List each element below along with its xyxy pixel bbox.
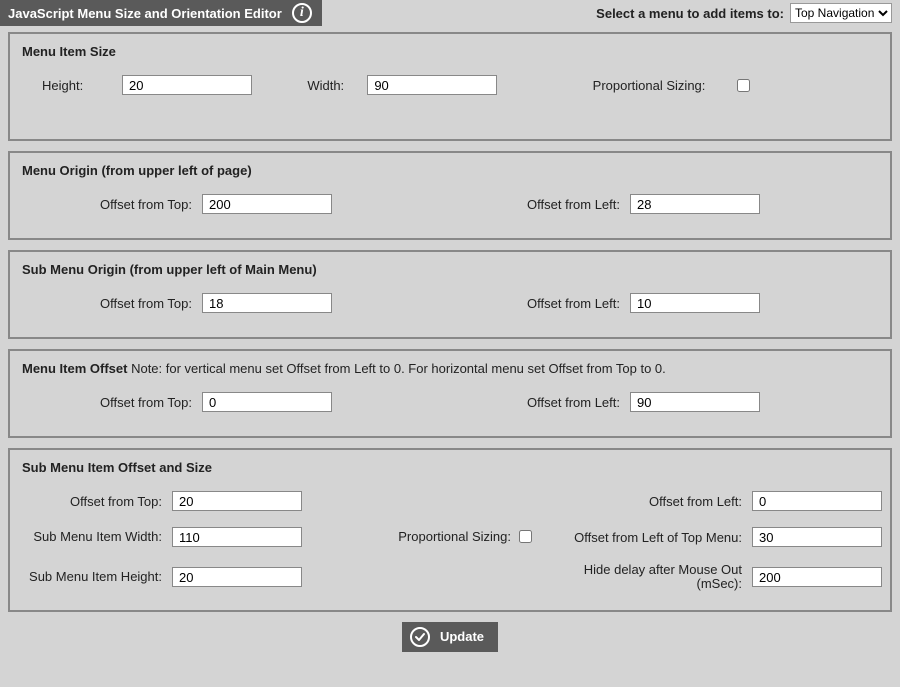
sub-left-input[interactable] <box>752 491 882 511</box>
suborigin-top-input[interactable] <box>202 293 332 313</box>
height-input[interactable] <box>122 75 252 95</box>
width-label: Width: <box>307 78 357 93</box>
panel-title-origin: Menu Origin (from upper left of page) <box>22 163 878 178</box>
itemoffset-top-input[interactable] <box>202 392 332 412</box>
panel-menu-origin: Menu Origin (from upper left of page) Of… <box>8 151 892 240</box>
check-icon <box>410 627 430 647</box>
origin-top-input[interactable] <box>202 194 332 214</box>
itemoffset-top-label: Offset from Top: <box>22 395 192 410</box>
origin-left-input[interactable] <box>630 194 760 214</box>
itemoffset-title-prefix: Menu Item Offset <box>22 361 127 376</box>
suborigin-left-input[interactable] <box>630 293 760 313</box>
sub-delay-label: Hide delay after Mouse Out (mSec): <box>542 563 742 592</box>
prop-sizing-checkbox[interactable] <box>737 79 750 92</box>
titlebar-left: JavaScript Menu Size and Orientation Edi… <box>0 0 322 26</box>
panel-sub-offset-size: Sub Menu Item Offset and Size Offset fro… <box>8 448 892 612</box>
sub-top-label: Offset from Top: <box>22 494 162 509</box>
itemoffset-left-label: Offset from Left: <box>450 395 620 410</box>
update-label: Update <box>440 629 484 644</box>
sub-delay-input[interactable] <box>752 567 882 587</box>
menu-select[interactable]: Top Navigation <box>790 3 892 23</box>
sub-prop-label: Proportional Sizing: <box>398 530 511 544</box>
sub-left2-input[interactable] <box>752 527 882 547</box>
width-input[interactable] <box>367 75 497 95</box>
panel-title-sub: Sub Menu Item Offset and Size <box>22 460 878 475</box>
suborigin-top-label: Offset from Top: <box>22 296 192 311</box>
origin-left-label: Offset from Left: <box>450 197 620 212</box>
info-icon[interactable]: i <box>292 3 312 23</box>
sub-height-label: Sub Menu Item Height: <box>22 570 162 584</box>
prop-sizing-label: Proportional Sizing: <box>593 78 706 93</box>
menu-select-label: Select a menu to add items to: <box>596 6 784 21</box>
suborigin-left-label: Offset from Left: <box>450 296 620 311</box>
sub-left-label: Offset from Left: <box>542 494 742 509</box>
panel-menu-item-size: Menu Item Size Height: Width: Proportion… <box>8 32 892 141</box>
sub-left2-label: Offset from Left of Top Menu: <box>542 530 742 545</box>
origin-top-label: Offset from Top: <box>22 197 192 212</box>
panel-title-size: Menu Item Size <box>22 44 878 59</box>
panel-title-suborigin: Sub Menu Origin (from upper left of Main… <box>22 262 878 277</box>
height-label: Height: <box>22 78 112 93</box>
app-title: JavaScript Menu Size and Orientation Edi… <box>8 6 282 21</box>
sub-width-label: Sub Menu Item Width: <box>22 530 162 544</box>
titlebar-right: Select a menu to add items to: Top Navig… <box>596 0 892 26</box>
panel-title-itemoffset: Menu Item Offset Note: for vertical menu… <box>22 361 878 376</box>
sub-top-input[interactable] <box>172 491 302 511</box>
titlebar: JavaScript Menu Size and Orientation Edi… <box>0 0 900 26</box>
sub-height-input[interactable] <box>172 567 302 587</box>
itemoffset-left-input[interactable] <box>630 392 760 412</box>
panel-submenu-origin: Sub Menu Origin (from upper left of Main… <box>8 250 892 339</box>
sub-width-input[interactable] <box>172 527 302 547</box>
update-button[interactable]: Update <box>402 622 498 652</box>
itemoffset-note: Note: for vertical menu set Offset from … <box>127 361 665 376</box>
sub-prop-checkbox[interactable] <box>519 530 532 543</box>
panel-item-offset: Menu Item Offset Note: for vertical menu… <box>8 349 892 438</box>
